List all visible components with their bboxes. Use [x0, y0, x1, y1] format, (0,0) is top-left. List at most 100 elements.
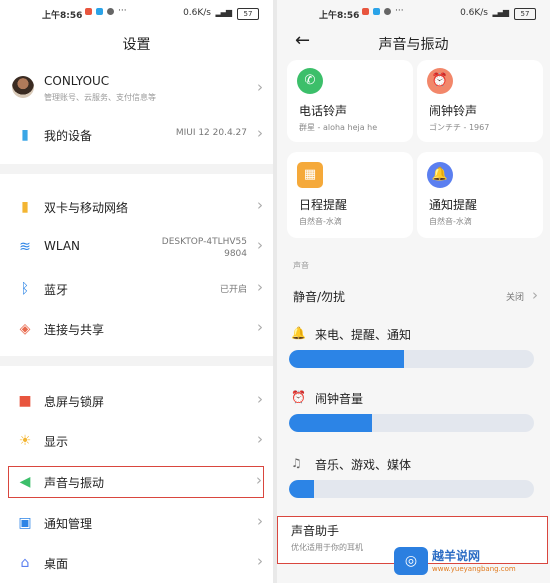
chevron-right-icon: › [257, 236, 263, 254]
lock-icon: ■ [18, 393, 32, 409]
chevron-right-icon: › [257, 430, 263, 448]
chevron-right-icon: › [532, 286, 538, 304]
signal-icon: ▂▄▆ [492, 8, 510, 17]
more-icon: ··· [395, 6, 404, 16]
avatar [12, 76, 34, 98]
assistant-sub: 优化适用于你的耳机 [291, 543, 363, 552]
mute-value: 关闭 [505, 293, 524, 303]
battery-icon: 57 [237, 8, 259, 20]
settings-item-home[interactable]: ⌂ 桌面 › [0, 544, 273, 582]
item-value: DESKTOP-4TLHV55 9804 [161, 237, 247, 259]
section-label: 声音 [293, 261, 309, 270]
item-label: 息屏与锁屏 [44, 395, 105, 409]
card-title: 闹钟铃声 [429, 104, 478, 118]
volume-label: 来电、提醒、通知 [315, 328, 412, 342]
settings-item-display[interactable]: ☀ 显示 › [0, 422, 273, 460]
item-label: 桌面 [44, 557, 69, 571]
page-title: 设置 [122, 37, 151, 53]
status-time: 上午8:56 [42, 11, 83, 21]
item-value: 已开启 [219, 285, 247, 295]
item-label: 我的设备 [44, 129, 93, 143]
device-icon: ▮ [21, 127, 29, 143]
volume-fill [289, 414, 373, 432]
card-ringtone[interactable]: ✆ 电话铃声 群星 - aloha heja he [287, 60, 413, 142]
card-alarm[interactable]: ⏰ 闹钟铃声 ゴンチチ - 1967 [417, 60, 543, 142]
speaker-icon: ◀ [19, 474, 31, 490]
volume-slider[interactable] [289, 480, 534, 498]
chevron-right-icon: › [257, 196, 263, 214]
chevron-right-icon: › [257, 124, 263, 142]
calendar-icon: ▦ [297, 162, 323, 188]
card-sub: 自然音-水滴 [429, 217, 472, 226]
chevron-right-icon: › [257, 78, 263, 96]
chevron-right-icon: › [256, 471, 262, 489]
chevron-right-icon: › [257, 512, 263, 530]
volume-media: ♫ 音乐、游戏、媒体 [277, 456, 550, 516]
share-icon: ◈ [19, 321, 31, 337]
signal-icon: ▂▄▆ [215, 8, 233, 17]
alarm-icon: ⏰ [427, 68, 453, 94]
sun-icon: ☀ [18, 433, 32, 449]
settings-item-share[interactable]: ◈ 连接与共享 › [0, 310, 273, 348]
phone-icon: ✆ [297, 68, 323, 94]
notification-icon: ▣ [18, 515, 32, 531]
chevron-right-icon: › [257, 318, 263, 336]
mute-label: 静音/勿扰 [293, 290, 346, 304]
settings-item-wlan[interactable]: ≋ WLAN DESKTOP-4TLHV55 9804 › [0, 228, 273, 266]
wifi-icon: ≋ [19, 239, 31, 255]
card-title: 日程提醒 [299, 198, 348, 212]
app-dot-icon [107, 7, 114, 15]
card-sub: 自然音-水滴 [299, 217, 342, 226]
chevron-right-icon: › [257, 390, 263, 408]
watermark: ◎ 越羊说网 www.yueyangbang.com [394, 547, 544, 577]
net-speed: 0.6K/s [460, 8, 488, 18]
sim-icon: ▮ [21, 199, 29, 215]
battery-icon: 57 [514, 8, 536, 20]
card-sub: ゴンチチ - 1967 [429, 123, 490, 132]
status-notification-icons: ··· [362, 6, 404, 16]
settings-item-device[interactable]: ▮ 我的设备 MIUI 12 20.4.27 › [0, 116, 273, 154]
volume-label: 闹钟音量 [315, 392, 364, 406]
volume-slider[interactable] [289, 414, 534, 432]
profile-name: CONLYOUC [44, 74, 110, 88]
section-gap [0, 164, 273, 174]
item-value: MIUI 12 20.4.27 [175, 128, 247, 138]
watermark-title: 越羊说网 [432, 549, 481, 563]
status-bar: 上午8:56 ··· 0.6K/s ▂▄▆ 57 [0, 6, 273, 24]
status-bar: 上午8:56 ··· 0.6K/s ▂▄▆ 57 [277, 6, 550, 24]
settings-item-lockscreen[interactable]: ■ 息屏与锁屏 › [0, 382, 273, 420]
card-notification[interactable]: 🔔 通知提醒 自然音-水滴 [417, 152, 543, 238]
card-calendar[interactable]: ▦ 日程提醒 自然音-水滴 [287, 152, 413, 238]
bluetooth-icon: ᛒ [20, 281, 30, 297]
chevron-right-icon: › [257, 552, 263, 570]
item-label: 双卡与移动网络 [44, 201, 129, 215]
notification-dot-icon [85, 7, 92, 15]
status-time: 上午8:56 [319, 11, 360, 21]
card-title: 通知提醒 [429, 198, 478, 212]
bell-icon: 🔔 [427, 162, 453, 188]
item-label: 蓝牙 [44, 283, 69, 297]
net-speed: 0.6K/s [183, 8, 211, 18]
settings-item-sim[interactable]: ▮ 双卡与移动网络 › [0, 188, 273, 226]
volume-slider[interactable] [289, 350, 534, 368]
volume-alarm: ⏰ 闹钟音量 [277, 390, 550, 450]
more-icon: ··· [118, 6, 127, 16]
settings-panel: 上午8:56 ··· 0.6K/s ▂▄▆ 57 设置 CONLYOUC 管理账… [0, 0, 273, 583]
app-dot-icon [373, 7, 380, 15]
volume-fill [289, 480, 314, 498]
settings-item-sound[interactable]: ◀ 声音与振动 › [8, 466, 264, 498]
volume-fill [289, 350, 405, 368]
item-label: 连接与共享 [44, 323, 105, 337]
mute-row[interactable]: 静音/勿扰 关闭 › [277, 284, 550, 310]
volume-ring: 🔔 来电、提醒、通知 [277, 326, 550, 386]
app-dot-icon [384, 7, 391, 15]
item-label: WLAN [44, 239, 81, 253]
sound-panel: 上午8:56 ··· 0.6K/s ▂▄▆ 57 ← 声音与振动 ✆ 电话铃声 … [277, 0, 550, 583]
card-title: 电话铃声 [299, 104, 348, 118]
bell-small-icon: 🔔 [291, 326, 306, 340]
settings-item-notifications[interactable]: ▣ 通知管理 › [0, 504, 273, 542]
settings-item-bluetooth[interactable]: ᛒ 蓝牙 已开启 › [0, 270, 273, 308]
watermark-logo-icon: ◎ [394, 547, 428, 575]
status-notification-icons: ··· [85, 6, 127, 16]
item-label: 显示 [44, 435, 69, 449]
